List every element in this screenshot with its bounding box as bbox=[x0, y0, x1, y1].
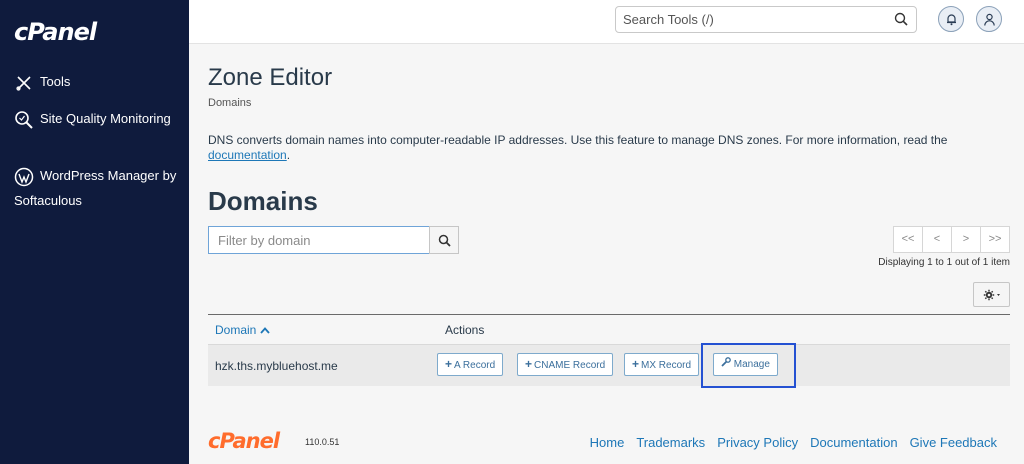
sort-asc-icon bbox=[260, 323, 270, 337]
column-label: Domain bbox=[215, 323, 257, 337]
button-label: A Record bbox=[454, 360, 496, 371]
filter-search-button[interactable] bbox=[429, 226, 459, 254]
column-header-actions: Actions bbox=[445, 323, 485, 337]
footer-link-feedback[interactable]: Give Feedback bbox=[910, 435, 997, 450]
sidebar-item-tools[interactable]: Tools bbox=[14, 69, 70, 94]
first-page-button[interactable]: << bbox=[893, 226, 923, 253]
tools-icon bbox=[14, 73, 34, 93]
documentation-link[interactable]: documentation bbox=[208, 148, 287, 162]
pagination-status: Displaying 1 to 1 out of 1 item bbox=[878, 257, 1010, 268]
add-mx-record-button[interactable]: + MX Record bbox=[624, 353, 700, 376]
prev-page-button[interactable]: < bbox=[922, 226, 952, 253]
sidebar-item-label: Site Quality Monitoring bbox=[40, 111, 171, 126]
sidebar-item-site-quality[interactable]: Site Quality Monitoring bbox=[14, 106, 184, 131]
footer-links: Home Trademarks Privacy Policy Documenta… bbox=[590, 435, 997, 450]
footer-link-home[interactable]: Home bbox=[590, 435, 625, 450]
footer-cpanel-logo: cPanel bbox=[208, 429, 280, 453]
sidebar-item-label: Tools bbox=[40, 74, 71, 89]
wordpress-icon bbox=[14, 167, 34, 187]
description-text: DNS converts domain names into computer-… bbox=[208, 133, 948, 147]
search-tools-input[interactable] bbox=[616, 7, 876, 32]
user-menu-button[interactable] bbox=[976, 6, 1002, 32]
plus-icon: + bbox=[445, 357, 453, 371]
footer-link-documentation[interactable]: Documentation bbox=[810, 435, 897, 450]
page-title: Zone Editor bbox=[208, 64, 333, 91]
button-label: MX Record bbox=[641, 360, 692, 371]
sidebar: cPanel Tools Site Quality Monitoring Wor… bbox=[0, 0, 189, 464]
table-header: Domain Actions bbox=[208, 315, 1010, 345]
search-icon[interactable] bbox=[894, 12, 908, 26]
magnifier-icon bbox=[14, 110, 34, 130]
plus-icon: + bbox=[525, 357, 533, 371]
notifications-button[interactable] bbox=[938, 6, 964, 32]
footer-link-privacy[interactable]: Privacy Policy bbox=[717, 435, 798, 450]
pagination: << < > >> bbox=[893, 226, 1010, 253]
add-cname-record-button[interactable]: + CNAME Record bbox=[517, 353, 614, 376]
last-page-button[interactable]: >> bbox=[980, 226, 1010, 253]
breadcrumb: Domains bbox=[208, 97, 252, 109]
version-label: 110.0.51 bbox=[305, 437, 340, 447]
settings-dropdown-button[interactable] bbox=[973, 282, 1010, 307]
top-bar bbox=[189, 0, 1024, 44]
search-tools-box bbox=[615, 6, 917, 33]
next-page-button[interactable]: > bbox=[951, 226, 981, 253]
domain-cell: hzk.ths.mybluehost.me bbox=[215, 359, 338, 373]
plus-icon: + bbox=[632, 357, 640, 371]
column-header-domain[interactable]: Domain bbox=[215, 323, 270, 337]
button-label: CNAME Record bbox=[534, 360, 606, 371]
footer-link-trademarks[interactable]: Trademarks bbox=[636, 435, 705, 450]
domains-table: Domain Actions hzk.ths.mybluehost.me + A … bbox=[208, 314, 1010, 388]
section-title: Domains bbox=[208, 186, 318, 216]
sidebar-item-wordpress[interactable]: WordPress Manager by Softaculous bbox=[14, 163, 184, 213]
highlight-box bbox=[701, 343, 796, 388]
add-a-record-button[interactable]: + A Record bbox=[437, 353, 504, 376]
domain-filter bbox=[208, 226, 459, 254]
table-row: hzk.ths.mybluehost.me + A Record + CNAME R… bbox=[208, 343, 1010, 388]
sidebar-item-label: WordPress Manager by Softaculous bbox=[14, 168, 177, 208]
filter-domain-input[interactable] bbox=[208, 226, 429, 254]
cpanel-logo[interactable]: cPanel bbox=[14, 18, 97, 46]
description-end: . bbox=[286, 148, 291, 162]
page-description: DNS converts domain names into computer-… bbox=[208, 133, 1008, 163]
